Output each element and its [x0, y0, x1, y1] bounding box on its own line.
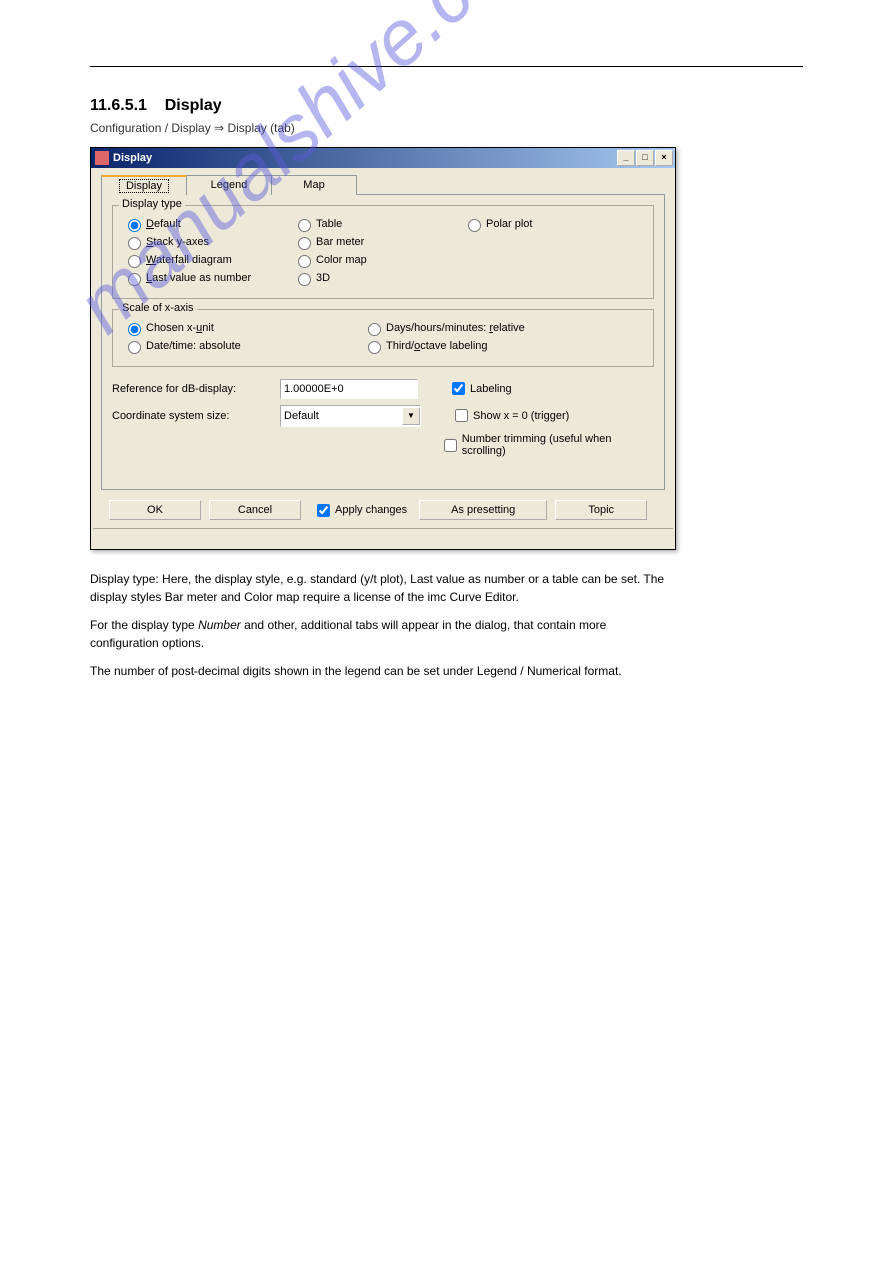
radio-color-map[interactable]: Color map — [293, 252, 463, 268]
section-heading: 11.6.5.1 Display — [90, 97, 803, 115]
select-coord-size[interactable]: Default ▼ — [280, 405, 421, 427]
tab-map[interactable]: Map — [271, 175, 357, 195]
input-ref-db[interactable] — [280, 379, 418, 399]
section-nav-path: Configuration / Display ⇒ Display (tab) — [90, 121, 803, 135]
radio-datetime-absolute[interactable]: Date/time: absolute — [123, 338, 363, 354]
radio-default[interactable]: Default — [123, 216, 293, 232]
status-bar — [93, 528, 673, 547]
chevron-down-icon[interactable]: ▼ — [402, 407, 420, 425]
para-display-type: Display type: Here, the display style, e… — [90, 570, 670, 606]
radio-waterfall[interactable]: Waterfall diagram — [123, 252, 293, 268]
radio-third-octave[interactable]: Third/octave labeling — [363, 338, 525, 354]
minimize-button[interactable]: _ — [617, 150, 635, 166]
para-legend-digits: The number of post-decimal digits shown … — [90, 662, 670, 680]
radio-dhm-relative[interactable]: Days/hours/minutes: relative — [363, 320, 525, 336]
group-display-type-legend: Display type — [119, 198, 185, 210]
group-display-type: Display type Default Stack y-axes Waterf… — [112, 205, 654, 299]
tab-legend[interactable]: Legend — [186, 175, 272, 195]
display-dialog: Display _ □ × Display Legend Map Display… — [90, 147, 676, 550]
group-scale-x-legend: Scale of x-axis — [119, 302, 197, 314]
cancel-button[interactable]: Cancel — [209, 500, 301, 520]
chk-apply-changes[interactable]: Apply changes — [313, 501, 407, 520]
group-scale-x-axis: Scale of x-axis Chosen x-unit Date/time:… — [112, 309, 654, 367]
radio-table[interactable]: Table — [293, 216, 463, 232]
chk-number-trimming[interactable]: Number trimming (useful when scrolling) — [440, 433, 654, 457]
page-rule — [90, 66, 803, 67]
tab-display[interactable]: Display — [101, 175, 187, 195]
window-title: Display — [113, 152, 152, 164]
section-number: 11.6.5.1 — [90, 97, 147, 114]
section-title: Display — [165, 97, 222, 114]
tabstrip: Display Legend Map — [101, 174, 665, 195]
close-button[interactable]: × — [655, 150, 673, 166]
radio-3d[interactable]: 3D — [293, 270, 463, 286]
radio-last-value-number[interactable]: Last value as number — [123, 270, 293, 286]
topic-button[interactable]: Topic — [555, 500, 647, 520]
label-ref-db: Reference for dB-display: — [112, 383, 280, 395]
maximize-button[interactable]: □ — [636, 150, 654, 166]
label-coord-size: Coordinate system size: — [112, 410, 280, 422]
radio-bar-meter[interactable]: Bar meter — [293, 234, 463, 250]
para-number-type: For the display type Number and other, a… — [90, 616, 670, 652]
titlebar: Display _ □ × — [91, 148, 675, 168]
radio-stack-y-axes[interactable]: Stack y-axes — [123, 234, 293, 250]
chk-labeling[interactable]: Labeling — [448, 379, 512, 398]
as-presetting-button[interactable]: As presetting — [419, 500, 547, 520]
body-text: Display type: Here, the display style, e… — [90, 570, 670, 680]
radio-chosen-x-unit[interactable]: Chosen x-unit — [123, 320, 363, 336]
button-bar: OK Cancel Apply changes As presetting To… — [101, 496, 665, 524]
chk-show-x0[interactable]: Show x = 0 (trigger) — [451, 406, 569, 425]
ok-button[interactable]: OK — [109, 500, 201, 520]
app-icon — [95, 151, 109, 165]
radio-polar-plot[interactable]: Polar plot — [463, 216, 633, 232]
